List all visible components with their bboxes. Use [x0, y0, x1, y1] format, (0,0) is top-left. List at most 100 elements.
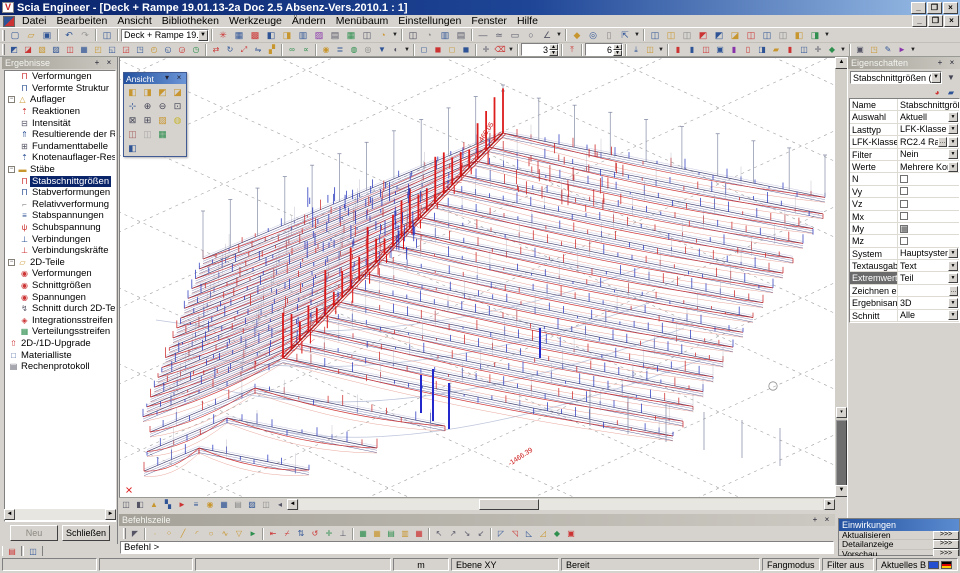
eraser-icon[interactable]: ⌫: [493, 43, 507, 56]
prop-value-textausgabe[interactable]: Text▼: [898, 260, 959, 271]
win-i-icon[interactable]: ◫: [775, 29, 791, 42]
document-icon[interactable]: [3, 16, 15, 27]
chevron-down-icon[interactable]: ▼: [948, 162, 958, 172]
zoom-out-icon[interactable]: ⊖: [155, 99, 170, 113]
properties-combo[interactable]: Stabschnittgrößen ( ▼: [850, 71, 942, 84]
open-icon[interactable]: ▱: [23, 29, 39, 42]
line-cmd-icon[interactable]: ╱: [176, 527, 190, 540]
chevron-down-icon[interactable]: ▼: [948, 310, 958, 320]
table-check-icon[interactable]: ▦: [412, 527, 426, 540]
model-viewport[interactable]: -466.05-1466.39 Ansicht ▾ × ◧◨◩◪⊹⊕⊖⊡⊠⊞▨◍…: [119, 57, 835, 497]
prop-value-vz[interactable]: [898, 198, 959, 209]
sel-10-icon[interactable]: ◳: [133, 43, 147, 56]
grid-point-icon[interactable]: ⁘: [162, 527, 176, 540]
prop-value-schnitt[interactable]: Alle▼: [898, 310, 959, 321]
connect-2-icon[interactable]: ∝: [299, 43, 313, 56]
menu-item-ndern[interactable]: Ändern: [287, 15, 331, 27]
win-d-icon[interactable]: ◩: [695, 29, 711, 42]
close-icon[interactable]: ×: [104, 59, 114, 68]
win-k-icon[interactable]: ◨: [807, 29, 823, 42]
prop-value-extremwerte[interactable]: Teil▼: [898, 272, 959, 283]
chevron-down-icon[interactable]: ▼: [948, 273, 958, 283]
menu-item-menbaum[interactable]: Menübaum: [331, 15, 394, 27]
chevron-down-icon[interactable]: ▼: [823, 29, 831, 42]
new-button[interactable]: Neu: [10, 525, 58, 541]
chevron-down-icon[interactable]: ▼: [948, 112, 958, 122]
named-sel-2-icon[interactable]: ◼: [431, 43, 445, 56]
viewport-hscrollbar[interactable]: [299, 499, 823, 510]
scroll-right-icon[interactable]: ►: [824, 499, 835, 510]
table-results-icon[interactable]: ▦: [356, 527, 370, 540]
sel-5-icon[interactable]: ◫: [63, 43, 77, 56]
zoom-window-icon[interactable]: ⊡: [170, 99, 185, 113]
table-vp-icon[interactable]: ▦: [217, 498, 231, 511]
spinner-field[interactable]: 6▲▼: [585, 43, 623, 56]
view-top-icon[interactable]: ◩: [155, 85, 170, 99]
tree-item-schnittgr-en[interactable]: ◉Schnittgrößen: [5, 280, 115, 292]
filter-icon[interactable]: ▼: [944, 71, 958, 84]
win-c-icon[interactable]: ◫: [679, 29, 695, 42]
close-icon[interactable]: ×: [822, 516, 832, 525]
spline-cmd-icon[interactable]: ∿: [218, 527, 232, 540]
notes-icon[interactable]: ✎: [881, 43, 895, 56]
chevron-down-icon[interactable]: ▼: [403, 43, 411, 56]
bookmarks-icon[interactable]: ►: [895, 43, 909, 56]
undo-icon[interactable]: ↶: [61, 29, 77, 42]
status-filter[interactable]: Filter aus: [822, 558, 874, 571]
result-5-icon[interactable]: ▮: [727, 43, 741, 56]
menu-item-einstellungen[interactable]: Einstellungen: [393, 15, 466, 27]
more-vp-icon[interactable]: ◂: [273, 498, 287, 511]
circle-icon[interactable]: ○: [523, 29, 539, 42]
spinner-buttons[interactable]: ▲▼: [613, 44, 622, 55]
ucs-icon[interactable]: ⊹: [125, 99, 140, 113]
tree-item-stabspannungen[interactable]: ≡Stabspannungen: [5, 210, 115, 222]
status-current-layer[interactable]: Aktuelles B: [876, 558, 958, 571]
menu-item-fenster[interactable]: Fenster: [466, 15, 512, 27]
pin-icon[interactable]: +: [92, 59, 102, 68]
project-manager-icon[interactable]: ◫: [99, 29, 115, 42]
view-settings-icon[interactable]: ◧: [125, 141, 140, 155]
chevron-down-icon[interactable]: ▼: [948, 137, 958, 147]
ansicht-palette-header[interactable]: Ansicht ▾ ×: [124, 73, 186, 84]
gallery-icon[interactable]: ▥: [295, 29, 311, 42]
tree-item-verformte-struktur[interactable]: ΠVerformte Struktur: [5, 83, 115, 95]
visibility-icon[interactable]: ◉: [319, 43, 333, 56]
spinner-buttons[interactable]: ▲▼: [549, 44, 558, 55]
minimize-button[interactable]: _: [911, 2, 926, 14]
cut-cmd-icon[interactable]: ⌿: [280, 527, 294, 540]
loadcase-combo[interactable]: Deck + Rampe 19.01▼: [121, 29, 209, 42]
sel-4-icon[interactable]: ▨: [49, 43, 63, 56]
new-icon[interactable]: ▢: [7, 29, 23, 42]
sel-6-icon[interactable]: ▦: [77, 43, 91, 56]
align-icon[interactable]: ≡: [189, 498, 203, 511]
snap-cmd-icon[interactable]: ✛: [322, 527, 336, 540]
results-tree-hscrollbar[interactable]: ◄ ►: [4, 509, 116, 520]
menu-item-datei[interactable]: Datei: [17, 15, 52, 27]
named-sel-3-icon[interactable]: ◻: [445, 43, 459, 56]
sel-7-icon[interactable]: ◰: [91, 43, 105, 56]
move-icon[interactable]: ⇄: [209, 43, 223, 56]
zoom-in-icon[interactable]: ⊕: [140, 99, 155, 113]
chevron-down-icon[interactable]: ▼: [948, 248, 958, 258]
chevron-down-icon[interactable]: ▼: [948, 149, 958, 159]
chevron-down-icon[interactable]: ▼: [391, 29, 399, 42]
dim-cmd-icon[interactable]: ⇤: [266, 527, 280, 540]
snap-3-icon[interactable]: ◺: [522, 527, 536, 540]
tree-item-schnitt-durch-2d-teil[interactable]: ↯Schnitt durch 2D-Teil: [5, 303, 115, 315]
sel-13-icon[interactable]: ◶: [175, 43, 189, 56]
result-6-icon[interactable]: ▯: [741, 43, 755, 56]
paste-icon[interactable]: ◨: [279, 29, 295, 42]
chevron-down-icon[interactable]: ▼: [555, 29, 563, 42]
rotate-icon[interactable]: ↻: [223, 43, 237, 56]
rotate-cmd-icon[interactable]: ↺: [308, 527, 322, 540]
prop-value-auswahl[interactable]: Aktuell▼: [898, 111, 959, 122]
win-j-icon[interactable]: ◧: [791, 29, 807, 42]
prop-value-lasttyp[interactable]: LFK-Klasse▼: [898, 124, 959, 135]
pin-icon[interactable]: +: [810, 516, 820, 525]
menu-item-bibliotheken[interactable]: Bibliotheken: [157, 15, 224, 27]
image-icon[interactable]: ▨: [311, 29, 327, 42]
spin-down-icon[interactable]: ▼: [613, 50, 622, 56]
rect-icon[interactable]: ▭: [507, 29, 523, 42]
print-icon[interactable]: ◫: [405, 29, 421, 42]
checkbox-vy[interactable]: [900, 187, 908, 195]
